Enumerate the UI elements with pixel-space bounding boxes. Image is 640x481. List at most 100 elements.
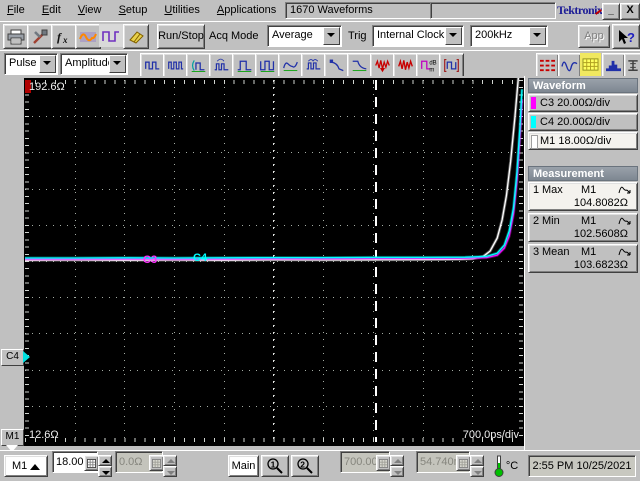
spin-down-icon	[470, 466, 484, 477]
trig-label: Trig	[348, 30, 367, 42]
histogram-icon[interactable]	[602, 53, 625, 78]
waveform-button-c4[interactable]: C4 20.00Ω/div	[528, 113, 638, 131]
chevron-down-icon[interactable]	[445, 27, 462, 45]
chevron-down-icon[interactable]	[529, 27, 546, 45]
pulse-edit-icon[interactable]	[99, 24, 123, 47]
mask-lines-icon[interactable]	[536, 53, 559, 78]
menu-bar: File Edit View Setup Utilities Applicati…	[0, 0, 640, 22]
spin-up-icon	[470, 455, 484, 466]
waveform-button-m1[interactable]: M1 18.00Ω/div	[528, 132, 638, 150]
meas-bracket-pulse-icon[interactable]	[439, 53, 464, 78]
chevron-down-icon[interactable]	[109, 55, 126, 73]
trace-c4	[25, 89, 523, 259]
tektronix-logo: Tektronix	[557, 3, 603, 17]
menu-file[interactable]: File	[0, 0, 32, 20]
waveform-button-c3[interactable]: C3 20.00Ω/div	[528, 94, 638, 112]
meas-falling-edge-icon[interactable]	[347, 53, 372, 78]
timebase-main-button[interactable]: Main	[228, 455, 259, 477]
meas-neg-pulse-icon[interactable]	[255, 53, 280, 78]
tools-icon[interactable]	[27, 24, 53, 49]
waveform-selector[interactable]: M1	[4, 455, 48, 477]
meas-dbm-pulse-icon[interactable]: dB m	[416, 53, 441, 78]
svg-text:dB: dB	[429, 61, 436, 67]
measurement-button-min[interactable]: 2 Min M1 102.5608Ω	[528, 213, 638, 242]
m1-position-marker[interactable]: M1	[1, 429, 24, 452]
meas-square-wave-dense-icon[interactable]	[163, 53, 188, 78]
spin-down-icon[interactable]	[98, 466, 112, 477]
vertical-scale-spinner[interactable]	[98, 455, 112, 477]
meas-pulse-paren-icon[interactable]	[186, 53, 211, 78]
meas-noise-icon[interactable]	[393, 53, 418, 78]
menu-applications[interactable]: Applications	[210, 0, 283, 20]
printer-icon[interactable]	[3, 24, 29, 49]
trace-label-c4[interactable]: C4	[193, 252, 207, 264]
app-button: App	[578, 25, 610, 48]
menu-edit[interactable]: Edit	[35, 0, 68, 20]
spin-up-icon	[390, 455, 404, 466]
datetime-readout: 2:55 PM 10/25/2021	[528, 455, 636, 477]
run-stop-button[interactable]: Run/Stop	[157, 24, 205, 49]
menu-view[interactable]: View	[71, 0, 109, 20]
vertical-min-label: 12.6Ω	[29, 429, 59, 441]
meas-double-pulse-arc-icon[interactable]	[209, 53, 234, 78]
measure-category-select[interactable]: Amplitude	[60, 53, 128, 75]
meas-square-wave-icon[interactable]	[140, 53, 165, 78]
meas-single-pulse-icon[interactable]	[232, 53, 257, 78]
horizontal-scale-spinner	[390, 455, 404, 477]
signal-class-select[interactable]: Pulse	[4, 53, 58, 75]
fx-icon[interactable]: f x	[51, 24, 77, 49]
vertical-max-label: 192.6Ω	[29, 81, 65, 93]
sine-display-icon[interactable]	[558, 53, 581, 78]
magnifier-1-icon[interactable]: 1	[261, 455, 289, 477]
trace-label-c3[interactable]: C3	[143, 254, 157, 266]
chevron-down-icon[interactable]	[39, 55, 56, 73]
c4-position-marker[interactable]: C4	[1, 349, 30, 366]
keypad-icon	[456, 455, 471, 471]
status-bar: M1 18.00Ω/di 0.0Ω Main 1 2 700	[0, 450, 640, 481]
context-help-icon[interactable]: ?	[612, 24, 640, 49]
spin-up-icon	[163, 455, 177, 466]
oscilloscope-app: { "window": { "menu": ["File", "Edit", "…	[0, 0, 640, 481]
status-readout-empty	[430, 2, 556, 19]
spin-up-icon[interactable]	[98, 455, 112, 466]
spin-down-icon	[390, 466, 404, 477]
chevron-down-icon[interactable]	[323, 27, 340, 45]
c3-color-swatch	[531, 97, 536, 109]
trace-fuzz-m1	[24, 78, 520, 262]
measurement-toolbar: Pulse Amplitude dBm	[0, 50, 640, 78]
close-button[interactable]: X	[620, 3, 640, 20]
waveform-icon[interactable]	[75, 24, 101, 49]
cursor-bars-icon[interactable]	[624, 53, 640, 78]
thermometer-icon	[494, 455, 504, 477]
meas-double-pulse-arc-2-icon[interactable]	[301, 53, 326, 78]
trace-fuzz-c3	[25, 99, 524, 261]
spin-down-icon	[163, 466, 177, 477]
trigger-source-select[interactable]: Internal Clock	[372, 25, 464, 47]
acq-mode-select[interactable]: Average	[267, 25, 342, 47]
minimize-button[interactable]: _	[602, 3, 620, 20]
waveform-count-readout: 1670 Waveforms	[285, 2, 432, 19]
vertical-offset-spinner	[163, 455, 177, 477]
svg-text:1: 1	[271, 459, 276, 469]
readout-panel: Waveform C3 20.00Ω/div C4 20.00Ω/div M1 …	[524, 76, 640, 450]
waveform-traces	[24, 78, 524, 262]
meas-falling-slope-icon[interactable]	[324, 53, 349, 78]
menu-setup[interactable]: Setup	[112, 0, 155, 20]
meas-noise-trigger-icon[interactable]	[370, 53, 395, 78]
keypad-icon[interactable]	[84, 455, 99, 471]
measurement-button-mean[interactable]: 3 Mean M1 103.6823Ω	[528, 244, 638, 273]
trace-c3	[25, 99, 523, 260]
measurement-button-max[interactable]: 1 Max M1 104.8082Ω	[528, 182, 638, 211]
menu-utilities[interactable]: Utilities	[157, 0, 206, 20]
eraser-icon[interactable]	[123, 24, 149, 49]
display-area: 192.6Ω 12.6Ω 700.0ps/div C3 C4 C4 M1 Wav…	[0, 76, 640, 452]
meas-wave-overshoot-icon[interactable]	[278, 53, 303, 78]
magnifier-2-icon[interactable]: 2	[291, 455, 319, 477]
waveform-database-icon[interactable]	[580, 53, 601, 76]
svg-text:m: m	[429, 67, 434, 73]
svg-text:?: ?	[627, 30, 635, 45]
horizontal-scale-label: 700.0ps/div	[462, 429, 519, 441]
trace-fuzz-c4	[25, 89, 524, 260]
trigger-frequency-select[interactable]: 200kHz	[470, 25, 548, 47]
measurement-panel-header: Measurement	[528, 166, 638, 181]
